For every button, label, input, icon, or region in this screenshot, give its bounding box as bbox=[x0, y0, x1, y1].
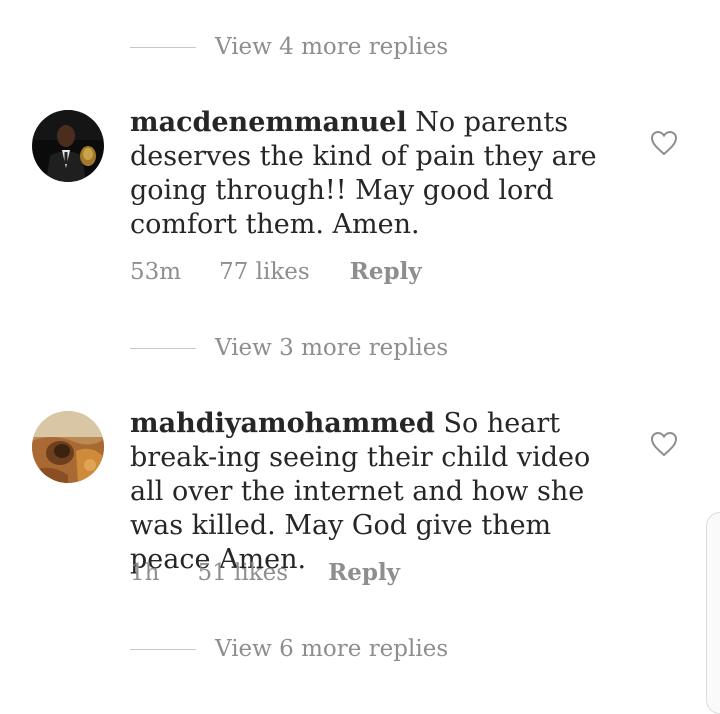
replies-divider-line bbox=[130, 46, 196, 48]
comment-body: mahdiyamohammed So heart break-ing seein… bbox=[130, 407, 615, 577]
avatar[interactable] bbox=[32, 110, 104, 182]
view-more-replies-bottom[interactable]: View 6 more replies bbox=[130, 634, 448, 664]
replies-divider-line bbox=[130, 347, 196, 349]
profile-photo-man-icon bbox=[32, 110, 104, 182]
reply-button[interactable]: Reply bbox=[350, 258, 422, 285]
comment-body: macdenemmanuel No parents deserves the k… bbox=[130, 106, 615, 242]
profile-photo-illustration-icon bbox=[32, 411, 104, 483]
comment-username[interactable]: macdenemmanuel bbox=[130, 107, 407, 138]
heart-icon[interactable] bbox=[650, 431, 678, 457]
view-more-replies-comment-1[interactable]: View 3 more replies bbox=[130, 333, 448, 363]
avatar[interactable] bbox=[32, 411, 104, 483]
edge-overlay-card bbox=[706, 512, 720, 714]
comment-likes[interactable]: 77 likes bbox=[219, 259, 310, 285]
comment-likes[interactable]: 51 likes bbox=[197, 560, 288, 586]
reply-button[interactable]: Reply bbox=[328, 559, 400, 586]
view-replies-label[interactable]: View 4 more replies bbox=[215, 34, 448, 60]
comment-meta: 53m 77 likes Reply bbox=[130, 258, 422, 285]
view-replies-label[interactable]: View 6 more replies bbox=[215, 636, 448, 662]
comment-meta: 1h 51 likes Reply bbox=[130, 559, 400, 586]
comment-username[interactable]: mahdiyamohammed bbox=[130, 408, 435, 439]
comment-time: 1h bbox=[130, 559, 160, 586]
view-replies-label[interactable]: View 3 more replies bbox=[215, 335, 448, 361]
view-more-replies-top[interactable]: View 4 more replies bbox=[130, 32, 448, 62]
replies-divider-line bbox=[130, 648, 196, 650]
heart-icon[interactable] bbox=[650, 130, 678, 156]
comment-time: 53m bbox=[130, 258, 182, 285]
